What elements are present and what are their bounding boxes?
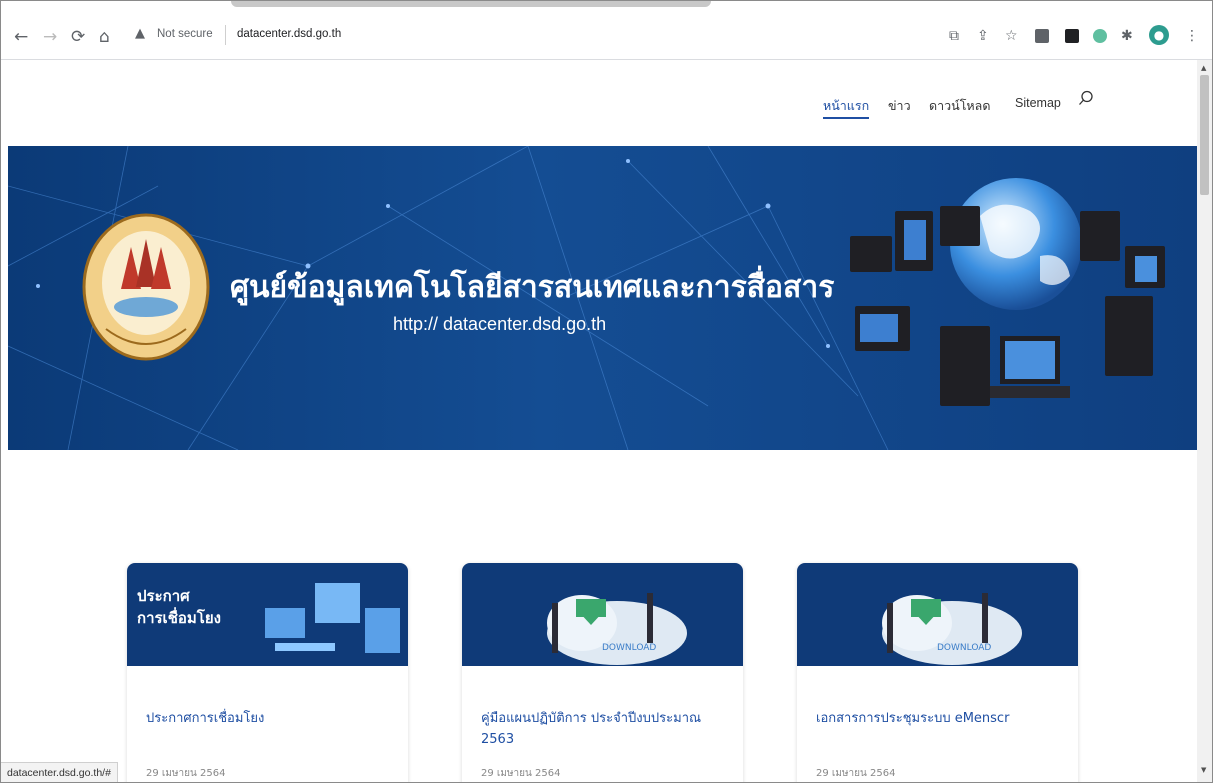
hero-title: ศูนย์ข้อมูลเทคโนโลยีสารสนเทศและการสื่อสา…	[230, 270, 835, 305]
card-date: 29 เมษายน 2564	[146, 768, 226, 779]
dsd-emblem-logo	[82, 213, 210, 361]
network-devices-art	[265, 583, 400, 653]
scroll-up-arrow-icon[interactable]: ▲	[1201, 64, 1206, 72]
download-badge: DOWNLOAD	[602, 643, 657, 653]
nav-item-home[interactable]: หน้าแรก	[823, 96, 869, 116]
nav-item-news[interactable]: ข่าว	[888, 96, 911, 116]
menu-kebab-icon[interactable]: ⋮	[1185, 26, 1199, 46]
card-emenscr-docs[interactable]: DOWNLOAD เอกสารการประชุมระบบ eMenscr 29 …	[797, 563, 1078, 782]
card-announcement[interactable]: ประกาศ การเชื่อมโยง ประกาศการเชื่อมโยง 2…	[127, 563, 408, 782]
reload-icon[interactable]: ⟳	[71, 27, 85, 47]
card-plan-manual[interactable]: DOWNLOAD คู่มือแผนปฏิบัติการ ประจำปีงบปร…	[462, 563, 743, 782]
translate-icon[interactable]: ⧉	[949, 26, 959, 46]
share-icon[interactable]: ⇪	[977, 26, 989, 46]
hero-banner: ศูนย์ข้อมูลเทคโนโลยีสารสนเทศและการสื่อสา…	[8, 146, 1197, 450]
url-text[interactable]: datacenter.dsd.go.th	[237, 28, 341, 40]
scroll-thumb[interactable]	[1200, 75, 1209, 195]
active-tab-edge[interactable]	[231, 1, 711, 7]
card-date: 29 เมษายน 2564	[816, 768, 896, 779]
active-nav-underline	[823, 117, 869, 119]
globe-computers-illustration	[850, 178, 1165, 406]
extension-green-icon[interactable]	[1093, 29, 1107, 43]
card-image-download: DOWNLOAD	[797, 563, 1078, 666]
card-title[interactable]: ประกาศการเชื่อมโยง	[146, 708, 386, 729]
card-image-download: DOWNLOAD	[462, 563, 743, 666]
security-label[interactable]: Not secure	[157, 28, 213, 40]
browser-toolbar: ← → ⟳ ⌂ ▲ Not secure datacenter.dsd.go.t…	[1, 1, 1212, 60]
back-icon[interactable]: ←	[14, 27, 28, 47]
card-date: 29 เมษายน 2564	[481, 768, 561, 779]
nav-item-download[interactable]: ดาวน์โหลด	[929, 96, 990, 116]
card-title[interactable]: คู่มือแผนปฏิบัติการ ประจำปีงบประมาณ 2563	[481, 708, 721, 750]
card-image-announcement: ประกาศ การเชื่อมโยง	[127, 563, 408, 666]
bookmark-star-icon[interactable]: ☆	[1005, 26, 1018, 46]
extension-b-icon[interactable]	[1035, 29, 1049, 43]
address-bar[interactable]: ▲ Not secure datacenter.dsd.go.th	[131, 23, 931, 51]
link-status-bar: datacenter.dsd.go.th/#	[1, 762, 118, 782]
scroll-down-arrow-icon[interactable]: ▼	[1201, 766, 1206, 774]
content-cards: ประกาศ การเชื่อมโยง ประกาศการเชื่อมโยง 2…	[1, 450, 1197, 782]
site-header: หน้าแรก ข่าว ดาวน์โหลด Sitemap	[1, 60, 1197, 146]
search-icon[interactable]	[1078, 90, 1094, 106]
vertical-scrollbar[interactable]: ▲ ▼	[1197, 60, 1212, 782]
download-badge: DOWNLOAD	[937, 643, 992, 653]
card-image-text: ประกาศ	[137, 587, 190, 605]
warning-icon: ▲	[135, 26, 145, 41]
nav-item-sitemap[interactable]: Sitemap	[1015, 96, 1061, 110]
card-image-text: การเชื่อมโยง	[137, 609, 221, 627]
profile-avatar[interactable]: ●	[1149, 25, 1169, 45]
hero-url: http:// datacenter.dsd.go.th	[393, 314, 607, 334]
forward-icon[interactable]: →	[43, 27, 57, 47]
extension-dark-icon[interactable]	[1065, 29, 1079, 43]
address-separator	[225, 25, 226, 45]
card-title[interactable]: เอกสารการประชุมระบบ eMenscr	[816, 708, 1056, 729]
home-icon[interactable]: ⌂	[99, 27, 110, 47]
browser-window: ← → ⟳ ⌂ ▲ Not secure datacenter.dsd.go.t…	[0, 0, 1213, 783]
web-page: หน้าแรก ข่าว ดาวน์โหลด Sitemap ศูนย์ข้อม…	[1, 60, 1197, 782]
extensions-puzzle-icon[interactable]: ✱	[1121, 26, 1133, 46]
